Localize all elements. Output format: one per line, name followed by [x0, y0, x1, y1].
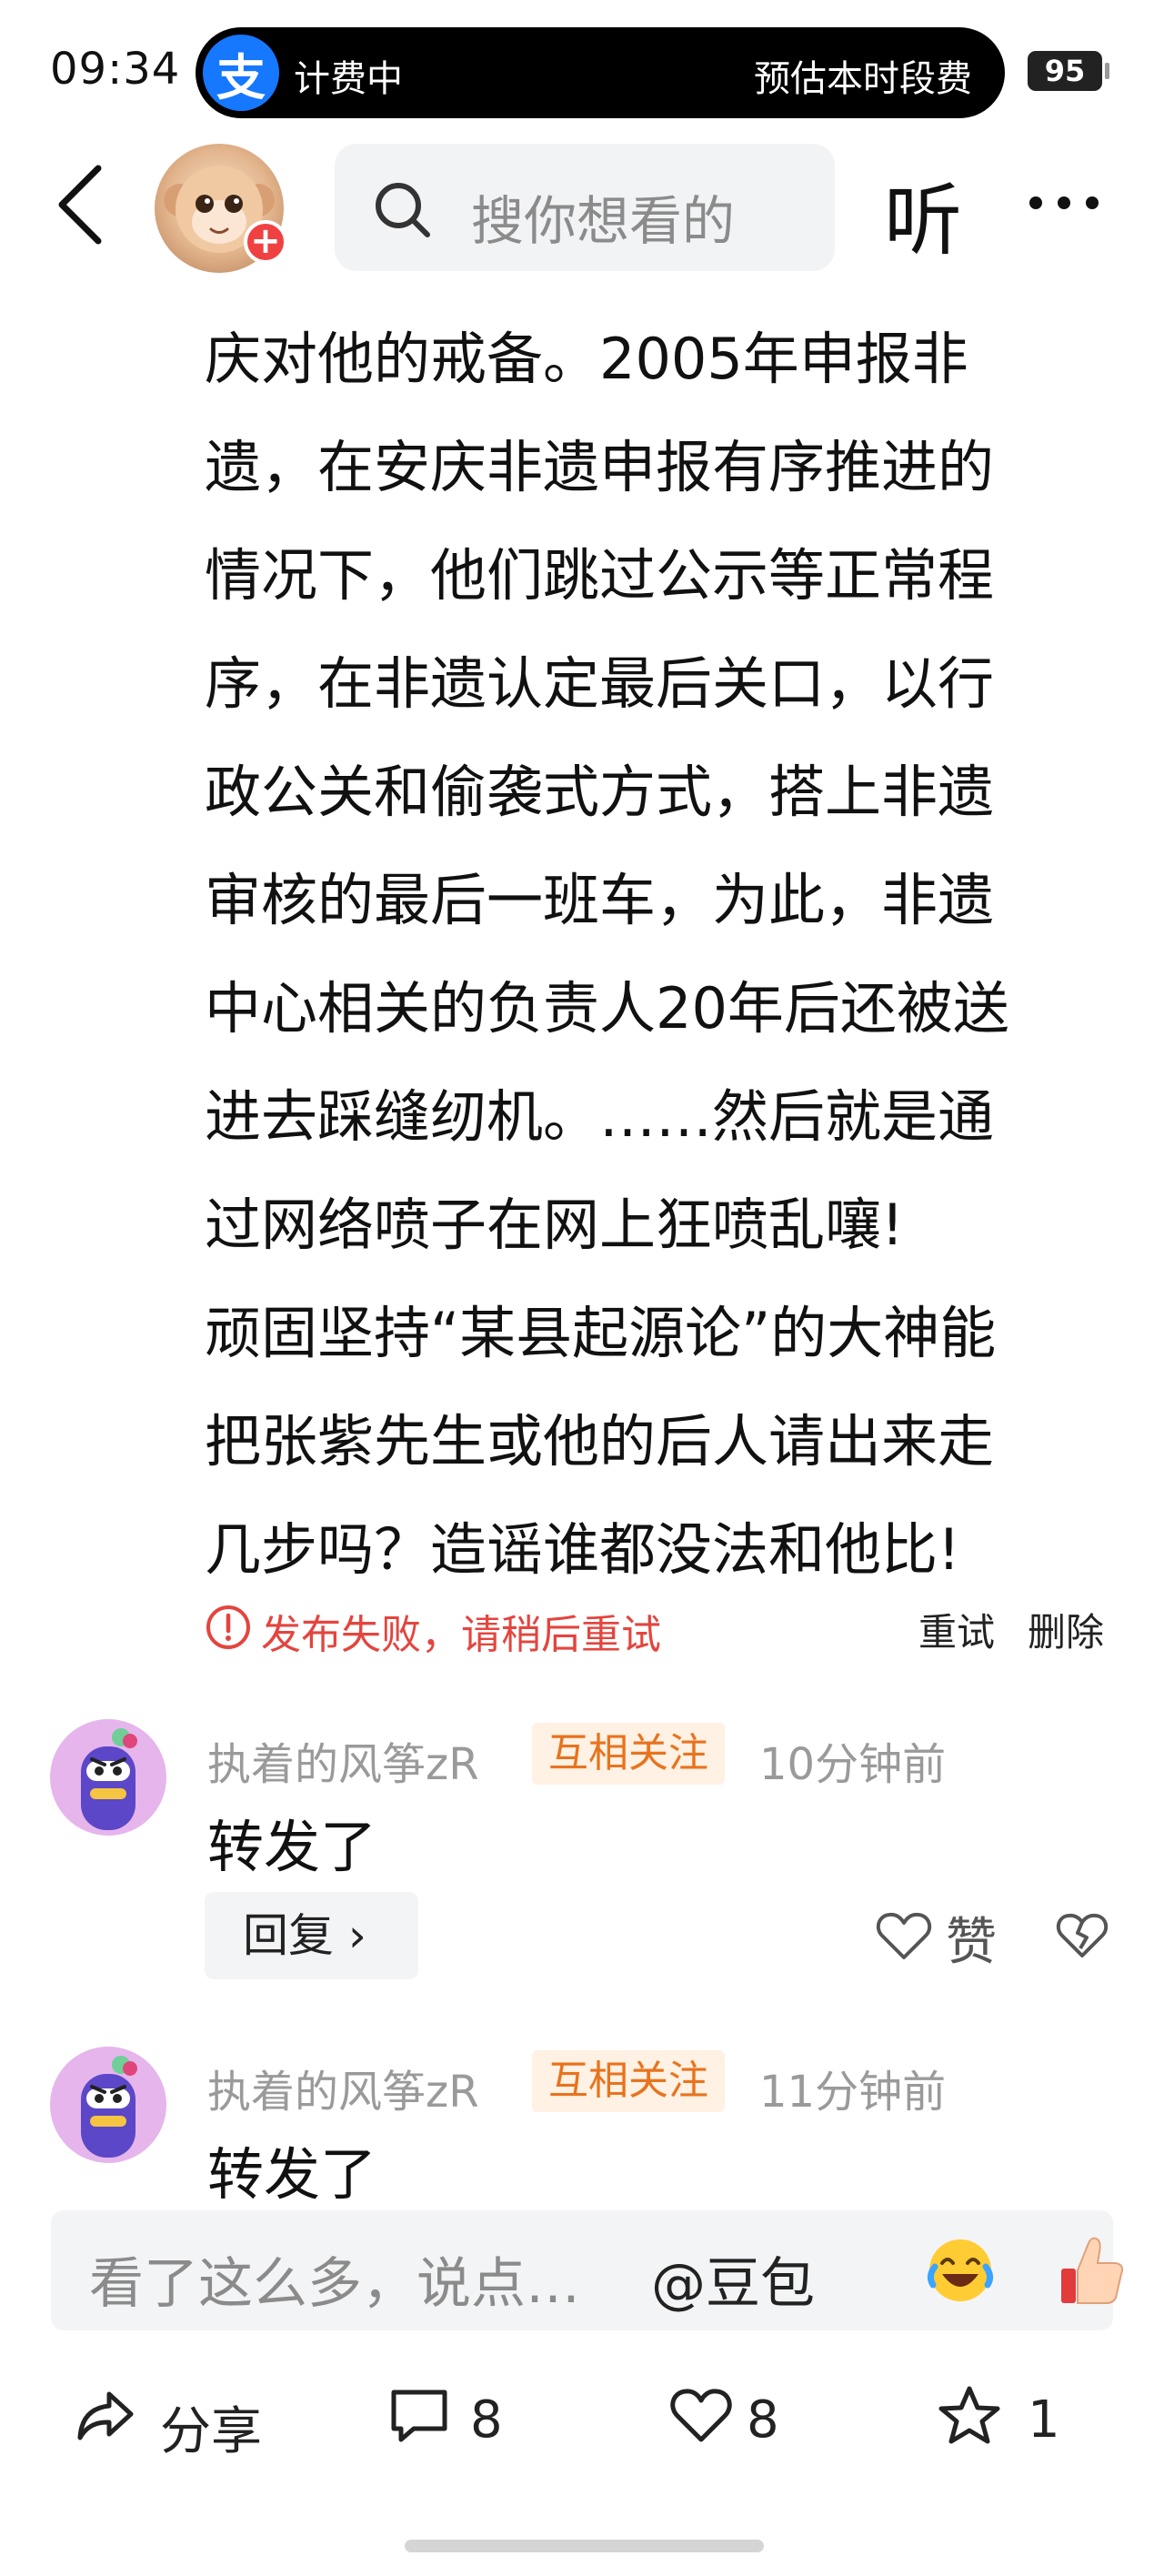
pill-status-text: 计费中 — [294, 58, 403, 100]
more-dots-icon — [1029, 196, 1099, 209]
post-line: 进去踩缝纫机。……然后就是通 — [205, 1083, 995, 1150]
top-nav-bar: + 搜你想看的 听 — [0, 136, 1164, 277]
comment-time: 11分钟前 — [759, 2067, 947, 2118]
comment-item: 执着的风筝zR 互相关注 10分钟前 转发了 回复 › 赞 — [0, 1710, 1164, 2001]
favorite-count: 1 — [1028, 2390, 1060, 2450]
retry-button[interactable]: 重试 — [918, 1602, 995, 1657]
post-line: 遗，在安庆非遗申报有序推进的 — [205, 434, 995, 500]
search-icon — [376, 183, 430, 237]
mention-doubao-button[interactable]: @豆包 — [651, 2239, 815, 2319]
mutual-follow-badge: 互相关注 — [532, 1723, 725, 1785]
reply-button[interactable]: 回复 › — [205, 1892, 418, 1979]
bottom-action-bar: 分享 8 8 1 — [0, 2365, 1164, 2474]
post-line: 中心相关的负责人20年后还被送 — [205, 975, 1009, 1041]
heart-icon[interactable] — [875, 1908, 933, 1963]
more-button[interactable] — [1023, 162, 1105, 244]
alipay-icon: 支 — [203, 35, 279, 111]
like-button[interactable]: 8 — [668, 2383, 814, 2456]
post-line: 把张紫先生或他的后人请出来走 — [205, 1408, 995, 1474]
comment-text: 转发了 — [207, 2141, 377, 2208]
comment-item: 执着的风筝zR 互相关注 11分钟前 转发了 — [0, 2038, 1164, 2210]
heart-icon — [670, 2389, 732, 2442]
post-line: 审核的最后一班车，为此，非遗 — [205, 867, 995, 933]
commenter-name[interactable]: 执着的风筝zR — [207, 1728, 479, 1792]
comment-text: 转发了 — [207, 1814, 377, 1880]
follow-add-button[interactable]: + — [244, 220, 287, 264]
commenter-avatar[interactable] — [50, 2047, 166, 2163]
post-line: 序，在非遗认定最后关口，以行 — [205, 650, 995, 717]
comment-count: 8 — [470, 2390, 503, 2450]
post-content: 庆对他的戒备。2005年申报非 遗，在安庆非遗申报有序推进的 情况下，他们跳过公… — [205, 305, 1114, 1604]
status-time: 09:34 — [50, 44, 181, 95]
live-activity-pill[interactable]: 支 计费中 预估本时段费 — [196, 27, 1005, 118]
share-icon — [77, 2391, 134, 2440]
post-line: 过网络喷子在网上狂喷乱嚷! — [205, 1192, 904, 1258]
delete-button[interactable]: 删除 — [1028, 1602, 1104, 1657]
search-placeholder: 搜你想看的 — [471, 190, 736, 252]
publish-failed-text: 发布失败，请稍后重试 — [261, 1612, 661, 1658]
favorite-button[interactable]: 1 — [937, 2383, 1082, 2456]
broken-heart-icon[interactable] — [1055, 1908, 1109, 1963]
commenter-avatar[interactable] — [50, 1719, 166, 1836]
back-button[interactable] — [45, 159, 118, 250]
post-line: 政公关和偷袭式方式，搭上非遗 — [205, 759, 995, 825]
comment-count-button[interactable]: 8 — [386, 2383, 532, 2456]
comment-input-placeholder: 看了这么多，说点… — [89, 2252, 580, 2316]
post-line: 情况下，他们跳过公示等正常程 — [205, 542, 995, 609]
status-bar: 09:34 支 计费中 预估本时段费 95 — [0, 0, 1164, 136]
publish-status-row: 发布失败，请稍后重试 重试 删除 — [205, 1596, 1114, 1660]
post-line: 庆对他的戒备。2005年申报非 — [205, 326, 968, 392]
like-label[interactable]: 赞 — [946, 1901, 997, 1975]
chevron-left-icon — [58, 165, 102, 245]
like-count: 8 — [747, 2390, 779, 2450]
comment-input[interactable]: 看了这么多，说点… @豆包 — [51, 2210, 1124, 2330]
share-button[interactable]: 分享 — [73, 2383, 273, 2461]
mutual-follow-badge: 互相关注 — [532, 2050, 725, 2112]
cartoon-avatar-icon — [81, 1728, 137, 1830]
star-icon — [938, 2386, 1000, 2444]
search-bar[interactable]: 搜你想看的 — [335, 144, 835, 271]
laughing-crying-emoji-icon[interactable] — [924, 2234, 997, 2307]
share-label: 分享 — [160, 2402, 262, 2461]
thumbs-up-emoji-icon[interactable] — [1056, 2232, 1129, 2309]
home-indicator[interactable] — [405, 2540, 764, 2552]
listen-button[interactable]: 听 — [884, 156, 962, 270]
comment-time: 10分钟前 — [759, 1739, 947, 1790]
post-line: 几步吗？造谣谁都没法和他比! — [205, 1516, 960, 1583]
commenter-name[interactable]: 执着的风筝zR — [207, 2056, 479, 2119]
post-line: 顽固坚持“某县起源论”的大神能 — [205, 1300, 997, 1366]
cartoon-avatar-icon — [81, 2056, 137, 2158]
comment-bubble-icon — [391, 2390, 447, 2442]
error-icon — [206, 1605, 250, 1649]
battery-indicator: 95 — [1028, 51, 1109, 91]
pill-estimate-text: 预估本时段费 — [754, 58, 972, 100]
